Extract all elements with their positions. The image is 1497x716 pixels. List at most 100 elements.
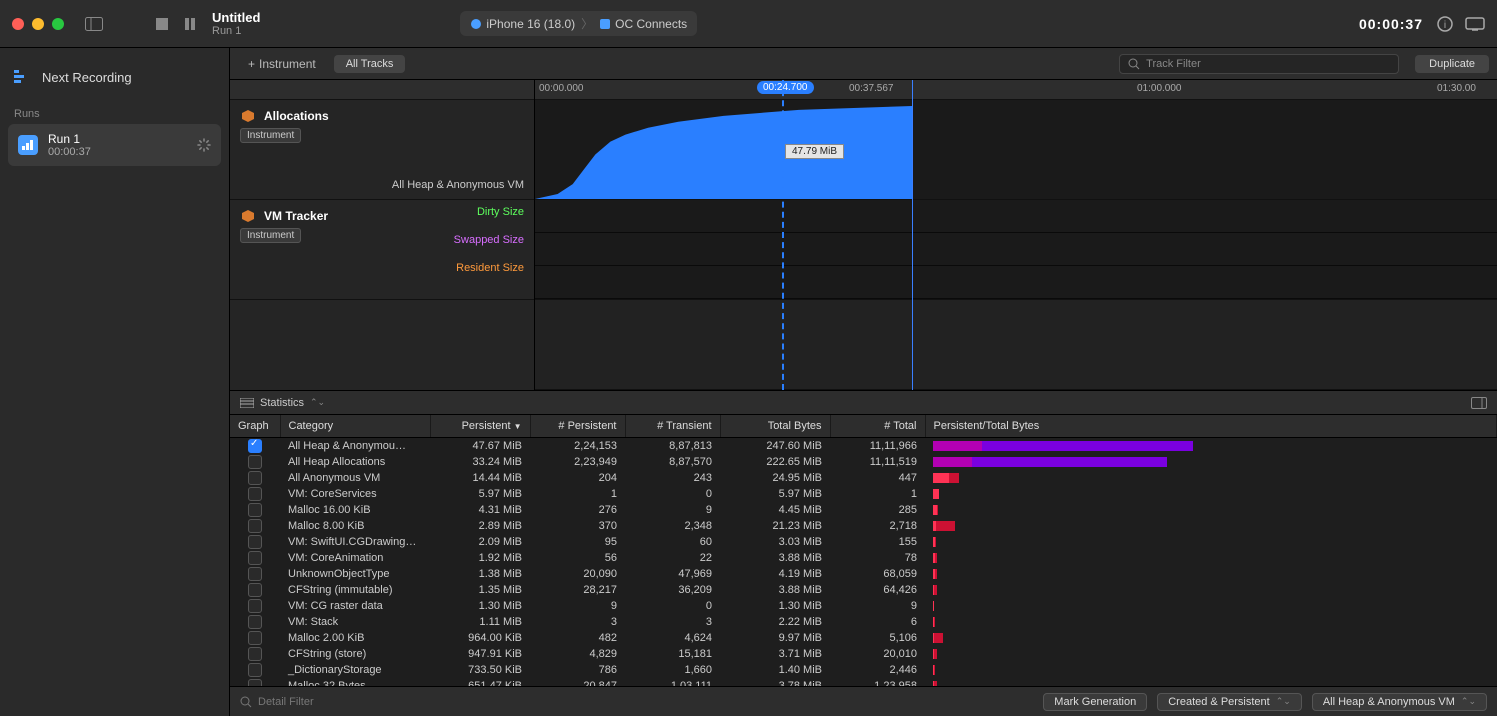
- chevron-right-icon: 〉: [581, 15, 593, 32]
- table-row[interactable]: All Heap Allocations33.24 MiB2,23,9498,8…: [230, 454, 1497, 470]
- playhead-time-pill: 00:24.700: [757, 81, 814, 94]
- table-row[interactable]: CFString (immutable)1.35 MiB28,21736,209…: [230, 582, 1497, 598]
- graph-checkbox[interactable]: [248, 567, 262, 581]
- graph-checkbox[interactable]: [248, 679, 262, 686]
- graph-checkbox[interactable]: [248, 519, 262, 533]
- n-total-cell: 2,446: [830, 662, 925, 678]
- table-row[interactable]: All Anonymous VM14.44 MiB20424324.95 MiB…: [230, 470, 1497, 486]
- duplicate-button[interactable]: Duplicate: [1415, 55, 1489, 73]
- sidebar: Next Recording Runs Run 1 00:00:37: [0, 48, 230, 716]
- close-window-button[interactable]: [12, 18, 24, 30]
- graph-checkbox[interactable]: [248, 583, 262, 597]
- display-icon[interactable]: [1465, 17, 1485, 31]
- col-category[interactable]: Category: [280, 415, 430, 438]
- vm-track-lane[interactable]: [535, 200, 1497, 300]
- lifetime-selector[interactable]: Created & Persistent ⌃⌄: [1157, 693, 1302, 711]
- track-header-vm[interactable]: VM Tracker Instrument Dirty Size Swapped…: [230, 200, 534, 300]
- table-row[interactable]: VM: SwiftUI.CGDrawingV…2.09 MiB95603.03 …: [230, 534, 1497, 550]
- col-persistent[interactable]: Persistent ▼: [430, 415, 530, 438]
- graph-checkbox[interactable]: [248, 631, 262, 645]
- n-persistent-cell: 20,090: [530, 566, 625, 582]
- info-icon[interactable]: i: [1437, 16, 1453, 32]
- scope-selector[interactable]: All Heap & Anonymous VM ⌃⌄: [1312, 693, 1487, 711]
- category-cell: All Heap & Anonymou…: [280, 438, 430, 455]
- graph-checkbox[interactable]: [248, 599, 262, 613]
- col-total-bytes[interactable]: Total Bytes: [720, 415, 830, 438]
- add-instrument-button[interactable]: + Instrument: [238, 53, 326, 75]
- graph-checkbox[interactable]: [248, 503, 262, 517]
- timeline[interactable]: 00:00.000 00:24.700 00:37.567 01:00.000 …: [535, 80, 1497, 390]
- total-bytes-cell: 222.65 MiB: [720, 454, 830, 470]
- detail-view-selector[interactable]: Statistics ⌃⌄: [230, 391, 1497, 415]
- table-row[interactable]: UnknownObjectType1.38 MiB20,09047,9694.1…: [230, 566, 1497, 582]
- table-row[interactable]: Malloc 16.00 KiB4.31 MiB27694.45 MiB285: [230, 502, 1497, 518]
- zoom-window-button[interactable]: [52, 18, 64, 30]
- total-bytes-cell: 1.30 MiB: [720, 598, 830, 614]
- run-item[interactable]: Run 1 00:00:37: [8, 124, 221, 166]
- playhead-line[interactable]: [782, 80, 784, 390]
- next-recording-label: Next Recording: [42, 70, 132, 85]
- table-row[interactable]: All Heap & Anonymou…47.67 MiB2,24,1538,8…: [230, 438, 1497, 455]
- col-n-transient[interactable]: # Transient: [625, 415, 720, 438]
- n-total-cell: 1,23,958: [830, 678, 925, 686]
- allocations-track-lane[interactable]: 47.79 MiB: [535, 100, 1497, 200]
- spinner-icon: [197, 138, 211, 152]
- graph-checkbox[interactable]: [248, 647, 262, 661]
- col-graph[interactable]: Graph: [230, 415, 280, 438]
- track-header-allocations[interactable]: Allocations Instrument All Heap & Anonym…: [230, 100, 534, 200]
- table-header-row: Graph Category Persistent ▼ # Persistent…: [230, 415, 1497, 438]
- detail-filter-input[interactable]: Detail Filter: [240, 696, 314, 708]
- persistent-cell: 1.92 MiB: [430, 550, 530, 566]
- ratio-bar-cell: [925, 486, 1497, 502]
- graph-checkbox[interactable]: [248, 663, 262, 677]
- time-ruler[interactable]: 00:00.000 00:24.700 00:37.567 01:00.000 …: [535, 80, 1497, 100]
- next-recording-button[interactable]: Next Recording: [8, 58, 221, 96]
- graph-checkbox[interactable]: [248, 551, 262, 565]
- table-row[interactable]: VM: CoreServices5.97 MiB105.97 MiB1: [230, 486, 1497, 502]
- col-n-persistent[interactable]: # Persistent: [530, 415, 625, 438]
- col-n-total[interactable]: # Total: [830, 415, 925, 438]
- persistent-cell: 14.44 MiB: [430, 470, 530, 486]
- table-row[interactable]: VM: CoreAnimation1.92 MiB56223.88 MiB78: [230, 550, 1497, 566]
- table-row[interactable]: Malloc 2.00 KiB964.00 KiB4824,6249.97 Mi…: [230, 630, 1497, 646]
- track-filter-input[interactable]: Track Filter: [1119, 54, 1399, 74]
- n-transient-cell: 36,209: [625, 582, 720, 598]
- category-cell: Malloc 32 Bytes: [280, 678, 430, 686]
- empty-track-lane: [535, 300, 1497, 390]
- table-row[interactable]: VM: Stack1.11 MiB332.22 MiB6: [230, 614, 1497, 630]
- graph-checkbox[interactable]: [248, 455, 262, 469]
- graph-checkbox[interactable]: [248, 487, 262, 501]
- ratio-bar-cell: [925, 454, 1497, 470]
- total-bytes-cell: 9.97 MiB: [720, 630, 830, 646]
- mark-generation-button[interactable]: Mark Generation: [1043, 693, 1147, 711]
- table-row[interactable]: VM: CG raster data1.30 MiB901.30 MiB9: [230, 598, 1497, 614]
- pause-button[interactable]: [176, 12, 204, 36]
- table-row[interactable]: Malloc 32 Bytes651.47 KiB20,8471,03,1113…: [230, 678, 1497, 686]
- graph-checkbox[interactable]: [248, 535, 262, 549]
- total-bytes-cell: 3.71 MiB: [720, 646, 830, 662]
- table-row[interactable]: _DictionaryStorage733.50 KiB7861,6601.40…: [230, 662, 1497, 678]
- col-bars[interactable]: Persistent/Total Bytes: [925, 415, 1497, 438]
- stop-button[interactable]: [148, 12, 176, 36]
- n-persistent-cell: 4,829: [530, 646, 625, 662]
- total-bytes-cell: 24.95 MiB: [720, 470, 830, 486]
- all-tracks-button[interactable]: All Tracks: [334, 55, 406, 73]
- sidebar-toggle-icon[interactable]: [80, 12, 108, 36]
- panel-toggle-icon[interactable]: [1471, 397, 1487, 409]
- target-selector[interactable]: iPhone 16 (18.0) 〉 OC Connects: [460, 11, 697, 36]
- category-cell: VM: CoreAnimation: [280, 550, 430, 566]
- minimize-window-button[interactable]: [32, 18, 44, 30]
- graph-checkbox[interactable]: [248, 439, 262, 453]
- graph-checkbox[interactable]: [248, 615, 262, 629]
- doc-run: Run 1: [212, 25, 260, 37]
- resident-size-label: Resident Size: [454, 262, 524, 274]
- table-row[interactable]: CFString (store)947.91 KiB4,82915,1813.7…: [230, 646, 1497, 662]
- total-bytes-cell: 5.97 MiB: [720, 486, 830, 502]
- statistics-table-wrap[interactable]: Graph Category Persistent ▼ # Persistent…: [230, 415, 1497, 686]
- table-row[interactable]: Malloc 8.00 KiB2.89 MiB3702,34821.23 MiB…: [230, 518, 1497, 534]
- graph-checkbox[interactable]: [248, 471, 262, 485]
- persistent-cell: 964.00 KiB: [430, 630, 530, 646]
- persistent-cell: 47.67 MiB: [430, 438, 530, 455]
- n-transient-cell: 1,660: [625, 662, 720, 678]
- n-persistent-cell: 95: [530, 534, 625, 550]
